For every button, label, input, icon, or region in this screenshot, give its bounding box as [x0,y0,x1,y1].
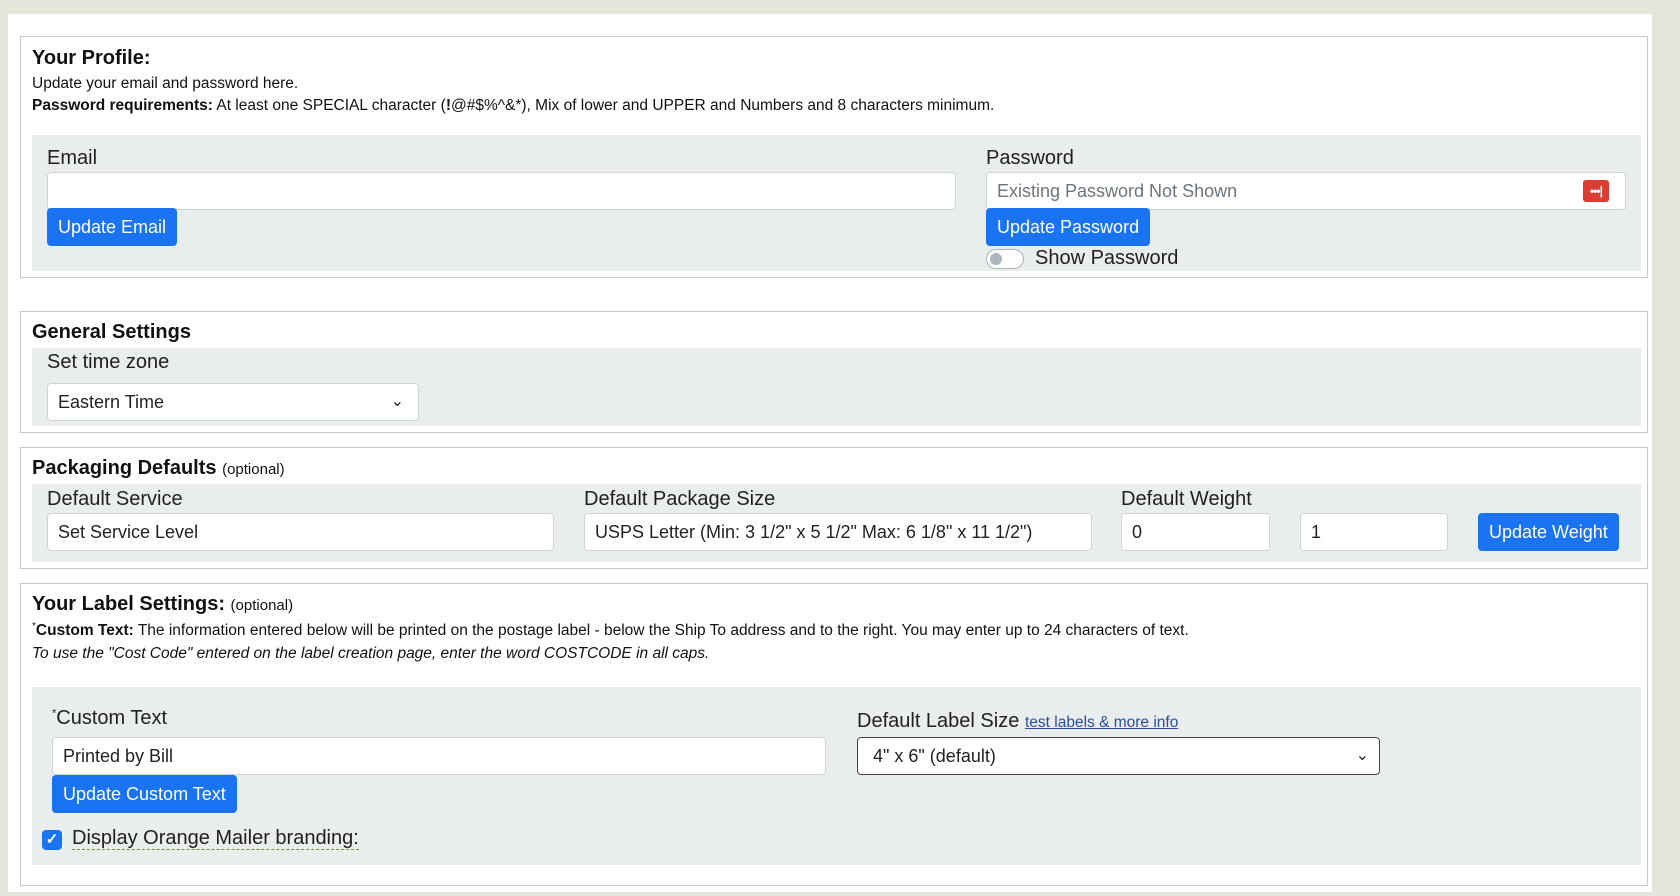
packaging-title: Packaging Defaults [32,457,217,479]
password-dots-icon[interactable]: •••| [1583,180,1609,202]
requirements-label: Password requirements: [32,97,213,114]
packaging-optional: (optional) [222,461,285,478]
weight-label: Default Weight [1121,488,1252,510]
packaging-panel: Default Service Default Package Size Def… [32,484,1641,562]
label-panel: *Custom Text Update Custom Text Default … [32,687,1641,865]
chevron-down-icon: ⌄ [390,393,404,410]
timezone-label: Set time zone [47,351,170,373]
package-size-label: Default Package Size [584,488,776,510]
branding-label-text: Display Orange Mailer branding: [72,827,359,850]
weight-field-1[interactable] [1121,513,1270,551]
service-field[interactable] [47,513,554,551]
packaging-defaults-card: Packaging Defaults (optional) Default Se… [20,447,1648,569]
package-size-field[interactable] [584,513,1092,551]
email-label: Email [47,147,98,169]
update-weight-button[interactable]: Update Weight [1478,513,1619,551]
test-labels-link[interactable]: test labels & more info [1025,714,1178,732]
label-optional: (optional) [230,597,294,614]
chevron-down-icon: ⌄ [1355,747,1369,764]
branding-checkbox[interactable]: ✓ [42,830,62,850]
label-heading: Your Label Settings: (optional) [32,593,293,616]
show-password-label[interactable]: Show Password [1035,247,1178,270]
update-password-button[interactable]: Update Password [986,208,1151,246]
update-email-button[interactable]: Update Email [47,208,178,246]
settings-page: Your Profile: Update your email and pass… [8,14,1652,892]
password-label: Password [986,147,1074,169]
general-settings-card: General Settings Set time zone Eastern T… [20,311,1648,433]
profile-form-panel: Email Update Email Password •••| Update … [32,135,1641,271]
update-custom-text-button[interactable]: Update Custom Text [52,775,237,813]
toggle-knob [990,253,1002,265]
custom-text-title: Custom Text: [35,622,134,640]
custom-text-description: *Custom Text: The information entered be… [32,621,1189,640]
label-settings-card: Your Label Settings: (optional) *Custom … [20,583,1648,886]
password-requirements: Password requirements: At least one SPEC… [32,97,994,115]
general-panel: Set time zone Eastern Time ⌄ [32,348,1641,426]
requirements-text: At least one SPECIAL character ( [216,97,446,114]
weight-field-2[interactable] [1300,513,1448,551]
show-password-toggle[interactable] [986,249,1024,269]
custom-text-label: *Custom Text [52,707,167,730]
label-size-select[interactable]: 4" x 6" (default) ⌄ [857,737,1380,775]
profile-heading: Your Profile: [32,47,151,69]
email-field[interactable] [47,172,956,210]
timezone-select[interactable]: Eastern Time ⌄ [47,383,419,421]
label-title: Your Label Settings: [32,593,225,615]
timezone-value: Eastern Time [58,392,165,412]
password-field[interactable] [986,172,1626,210]
branding-label[interactable]: Display Orange Mailer branding: [72,827,359,850]
costcode-note: To use the "Cost Code" entered on the la… [32,645,710,662]
requirements-text-2: @#$%^&*), Mix of lower and UPPER and Num… [450,97,995,114]
label-size-value: 4" x 6" (default) [873,746,996,766]
general-heading: General Settings [32,321,191,343]
service-label: Default Service [47,488,183,510]
profile-card: Your Profile: Update your email and pass… [20,36,1648,278]
custom-text-field[interactable] [52,737,826,775]
packaging-heading: Packaging Defaults (optional) [32,457,285,480]
custom-text-desc: The information entered below will be pr… [137,622,1189,640]
label-size-label: Default Label Size [857,710,1020,732]
profile-intro: Update your email and password here. [32,75,299,92]
custom-text-label-text: Custom Text [56,707,168,729]
